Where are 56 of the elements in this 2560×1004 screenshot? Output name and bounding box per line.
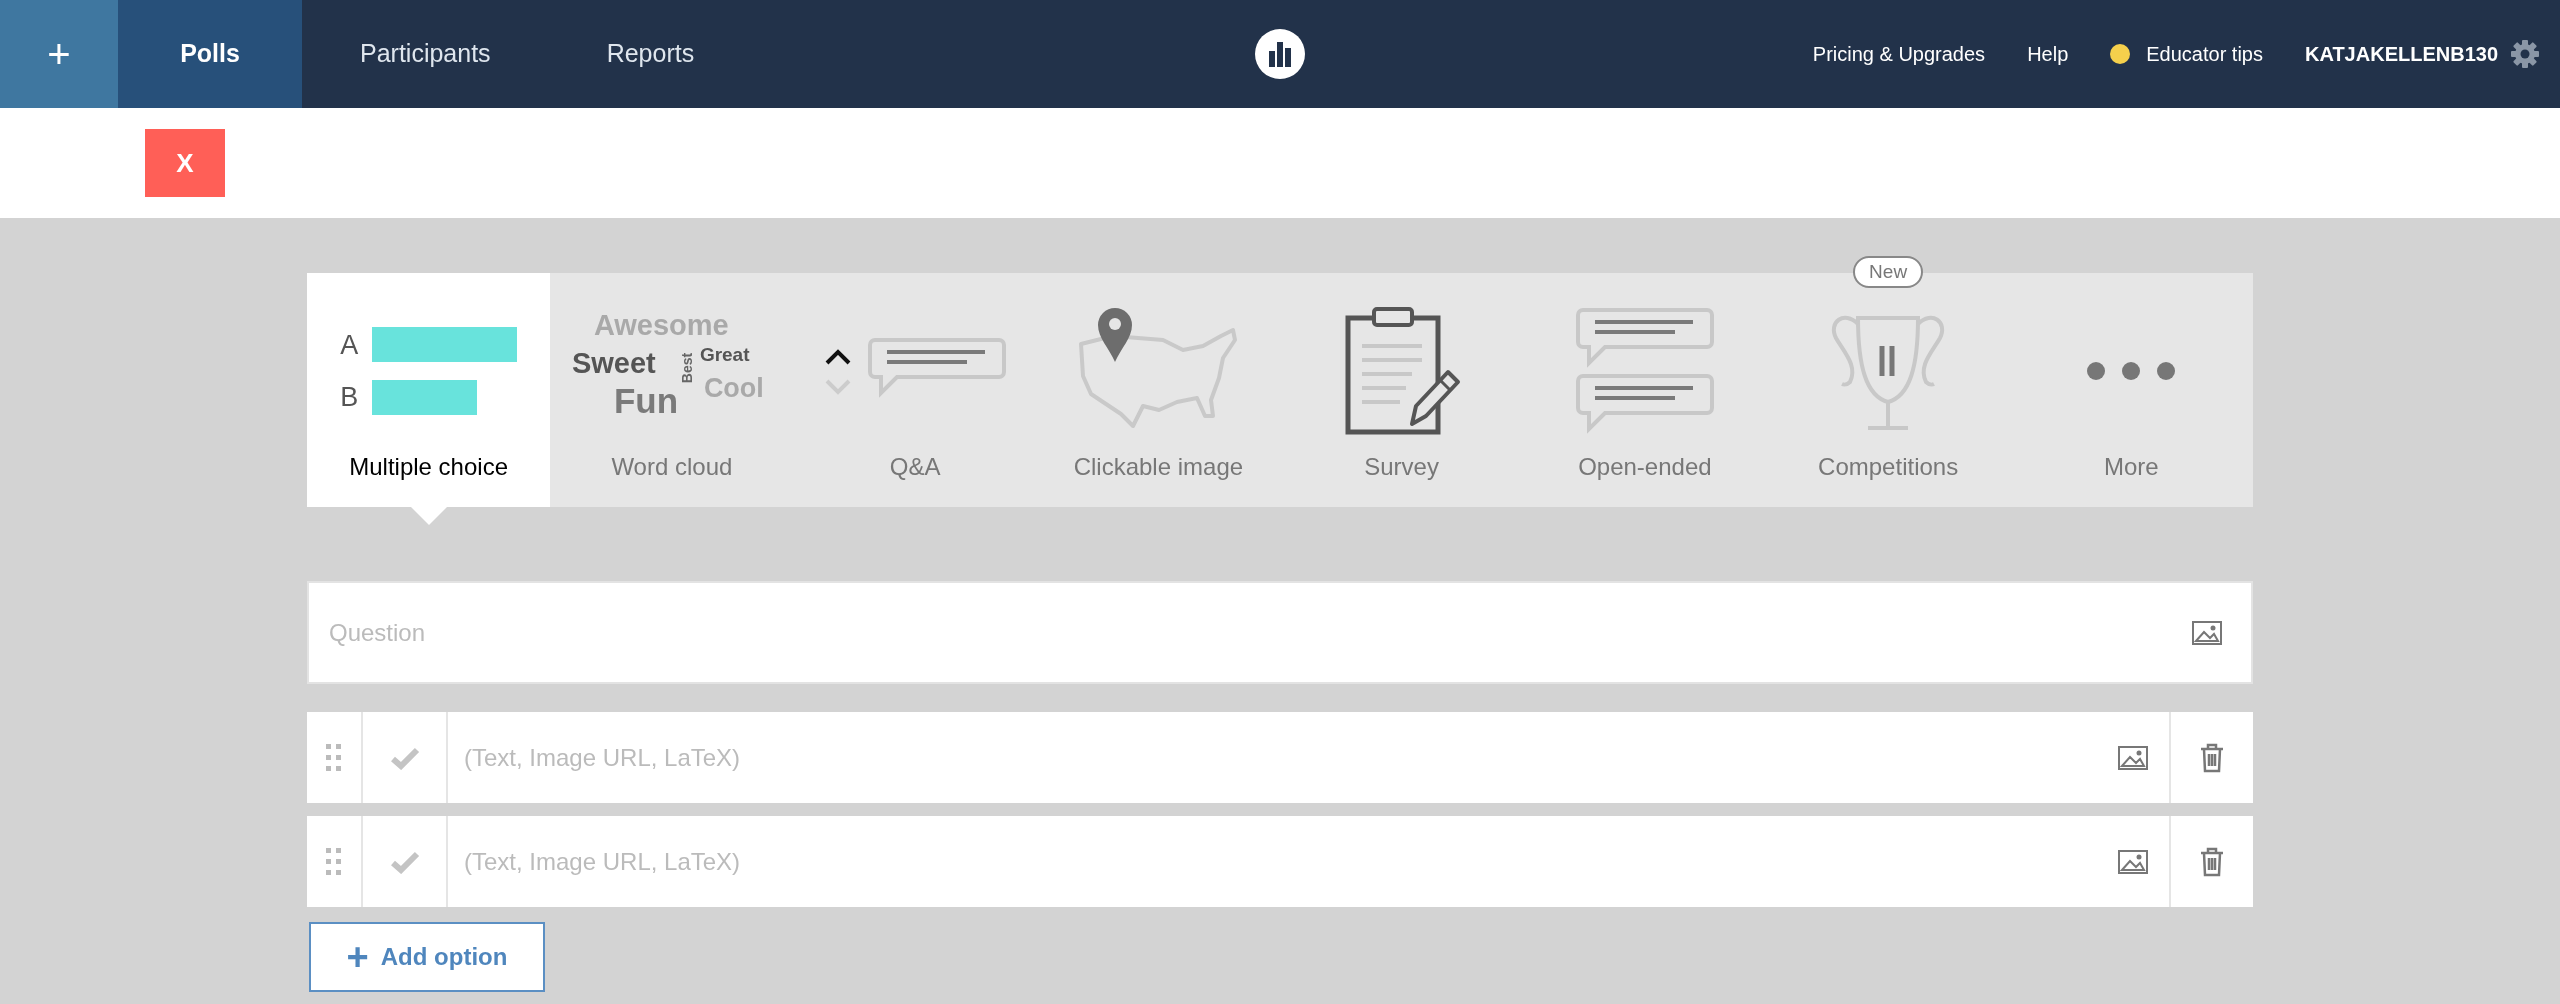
nav-tab[interactable]: Polls	[118, 0, 302, 108]
more-icon	[2086, 361, 2177, 381]
plus-icon: +	[346, 938, 369, 976]
drag-handle-icon	[326, 743, 342, 772]
image-icon	[2191, 618, 2223, 647]
poll-type-tile[interactable]: Survey	[1280, 273, 1524, 507]
nav-link[interactable]: Help	[2027, 39, 2069, 69]
add-option-button[interactable]: + Add option	[309, 922, 545, 992]
close-button[interactable]: X	[145, 129, 225, 197]
poll-type-label: Survey	[1364, 452, 1439, 482]
choice-letter: B	[340, 381, 360, 414]
add-option-label: Add option	[380, 942, 508, 972]
poll-type-label: More	[2104, 452, 2159, 482]
choice-letter: A	[340, 328, 360, 362]
poll-type-label: Word cloud	[611, 452, 733, 482]
image-icon	[2117, 847, 2149, 876]
check-icon	[389, 849, 420, 874]
poll-type-tile[interactable]: Open-ended	[1523, 273, 1767, 507]
drag-handle-icon	[326, 847, 342, 876]
option-row[interactable]: (Text, Image URL, LaTeX)	[307, 816, 2253, 907]
nav-tab[interactable]: Participants	[302, 0, 549, 108]
cloud-word: Fun	[613, 383, 678, 418]
chat-bubbles-icon	[1574, 306, 1715, 436]
trash-icon	[2199, 846, 2225, 877]
new-badge: New	[1853, 256, 1924, 288]
poll-type-tile[interactable]: More	[2009, 273, 2253, 507]
logo-icon	[1255, 29, 1305, 79]
cloud-word: Awesome	[593, 311, 729, 340]
poll-type-tile[interactable]: Q&A	[793, 273, 1037, 507]
cloud-word: Best	[680, 352, 695, 384]
new-button[interactable]: +	[0, 0, 118, 108]
poll-type-label: Multiple choice	[349, 452, 508, 482]
trash-icon	[2199, 742, 2225, 773]
cloud-word: Sweet	[571, 349, 656, 378]
question-box[interactable]: Question	[307, 581, 2253, 684]
add-image-button[interactable]	[2191, 618, 2223, 647]
check-icon	[389, 745, 420, 770]
poll-type-tile[interactable]: Clickable image	[1036, 273, 1280, 507]
option-field[interactable]: (Text, Image URL, LaTeX)	[448, 712, 2097, 803]
selection-pointer	[410, 507, 447, 525]
settings-icon	[2510, 39, 2540, 69]
poll-type-label: Competitions	[1818, 452, 1959, 482]
nav-link[interactable]: Pricing & Upgrades	[1812, 39, 1986, 69]
nav-tab[interactable]: Reports	[548, 0, 753, 108]
option-field[interactable]: (Text, Image URL, LaTeX)	[448, 816, 2097, 907]
poll-type-label: Clickable image	[1073, 452, 1244, 482]
image-icon	[2117, 743, 2149, 772]
educator-tips-link[interactable]: Educator tips	[2110, 39, 2263, 69]
user-menu-link[interactable]: KATJAKELLENB130	[2305, 39, 2498, 69]
poll-type-tile[interactable]: Awesome Sweet Best Great Fun Cool Word cloud	[550, 273, 794, 507]
cloud-word: Cool	[703, 375, 764, 402]
cloud-word: Great	[699, 345, 750, 364]
question-field[interactable]: Question	[329, 614, 2191, 651]
poll-type-label: Q&A	[889, 452, 941, 482]
option-row[interactable]: (Text, Image URL, LaTeX)	[307, 712, 2253, 803]
poll-type-label: Open-ended	[1578, 452, 1712, 482]
